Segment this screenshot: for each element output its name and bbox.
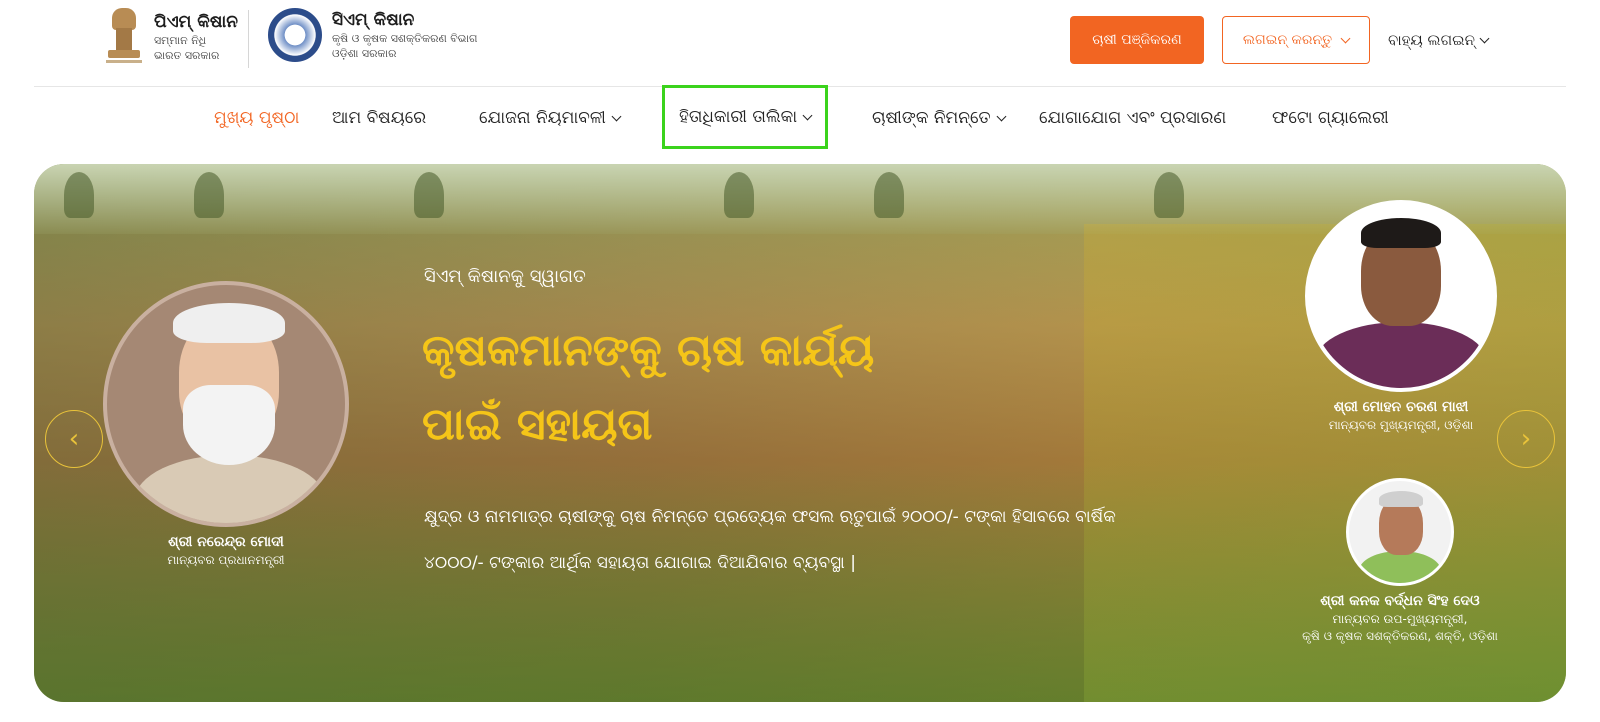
external-login-label: ବାହ୍ୟ ଲଗଇନ୍ (1388, 31, 1475, 49)
site-header: ପିଏମ୍ କିଷାନ ସମ୍ମାନ ନିଧି ଭାରତ ସରକାର ସିଏମ୍… (0, 0, 1600, 86)
deputy-cm-role: ମାନ୍ୟବର ଉପ-ମୁଖ୍ୟମନ୍ତ୍ରୀ, (1332, 612, 1468, 626)
nav-for-farmers[interactable]: ଚାଷୀଙ୍କ ନିମନ୍ତେ (872, 88, 1007, 148)
pm-photo (103, 281, 349, 527)
nav-for-farmers-label: ଚାଷୀଙ୍କ ନିମନ୍ତେ (872, 108, 991, 128)
nav-contact-label: ଯୋଗାଯୋଗ ଏବଂ ପ୍ରସାରଣ (1039, 108, 1227, 128)
odisha-seal-icon (268, 8, 322, 62)
national-emblem-icon (104, 8, 144, 66)
nav-about[interactable]: ଆମ ବିଷୟରେ (332, 88, 426, 148)
nav-beneficiary-list[interactable]: ହିତାଧିକାରୀ ତାଲିକା (662, 85, 829, 149)
deputy-cm-name: ଶ୍ରୀ କନକ ବର୍ଦ୍ଧନ ସିଂହ ଦେଓ (1320, 593, 1480, 609)
nav-home-label: ମୁଖ୍ୟ ପୃଷ୍ଠା (214, 108, 300, 128)
nav-scheme-rules[interactable]: ଯୋଜନା ନିୟମାବଳୀ (479, 88, 622, 148)
pm-kisan-subtitle: ସମ୍ମାନ ନିଧି (154, 34, 207, 47)
headline-line-1: କୃଷକମାନଙ୍କୁ ଚାଷ କାର୍ଯ୍ୟ (422, 325, 875, 376)
carousel-next-button[interactable]: › (1497, 410, 1555, 468)
chevron-left-icon: ‹ (68, 424, 80, 454)
welcome-text: ସିଏମ୍ କିଷାନକୁ ସ୍ୱାଗତ (424, 266, 586, 287)
cm-kisan-department: କୃଷି ଓ କୃଷକ ସଶକ୍ତିକରଣ ବିଭାଗ (332, 32, 478, 45)
chevron-down-icon (802, 110, 813, 120)
farmer-registration-button[interactable]: ଚାଷୀ ପଞ୍ଜିକରଣ (1070, 16, 1204, 64)
tree-shape (724, 172, 754, 218)
carousel-prev-button[interactable]: ‹ (45, 410, 103, 468)
cm-kisan-logo[interactable]: ସିଏମ୍ କିଷାନ କୃଷି ଓ କୃଷକ ସଶକ୍ତିକରଣ ବିଭାଗ … (268, 8, 477, 62)
pm-name: ଶ୍ରୀ ନରେନ୍ଦ୍ର ମୋଦୀ (168, 534, 284, 550)
deputy-cm-card: ଶ୍ରୀ କନକ ବର୍ଦ୍ଧନ ସିଂହ ଦେଓ ମାନ୍ୟବର ଉପ-ମୁଖ… (1300, 478, 1500, 645)
nav-about-label: ଆମ ବିଷୟରେ (332, 108, 427, 128)
pm-role: ମାନ୍ୟବର ପ୍ରଧାନମନ୍ତ୍ରୀ (167, 553, 285, 567)
nav-scheme-rules-label: ଯୋଜନା ନିୟମାବଳୀ (479, 108, 606, 128)
nav-home[interactable]: ମୁଖ୍ୟ ପୃଷ୍ଠା (214, 88, 299, 148)
farmer-registration-label: ଚାଷୀ ପଞ୍ଜିକରଣ (1092, 32, 1182, 48)
nav-beneficiary-list-label: ହିତାଧିକାରୀ ତାଲିକା (679, 107, 798, 127)
nav-gallery-label: ଫଟୋ ଗ୍ୟାଲେରୀ (1272, 108, 1389, 128)
cm-card: ଶ୍ରୀ ମୋହନ ଚରଣ ମାଝୀ ମାନ୍ୟବର ମୁଖ୍ୟମନ୍ତ୍ରୀ,… (1304, 200, 1498, 434)
external-login-dropdown[interactable]: ବାହ୍ୟ ଲଗଇନ୍ (1388, 16, 1490, 64)
login-label: ଲଗଇନ୍ କରନ୍ତୁ (1242, 32, 1333, 48)
pm-kisan-govt: ଭାରତ ସରକାର (154, 49, 220, 62)
tree-shape (64, 172, 94, 218)
login-dropdown-button[interactable]: ଲଗଇନ୍ କରନ୍ତୁ (1222, 16, 1370, 64)
cm-photo (1305, 200, 1497, 392)
chevron-right-icon: › (1520, 424, 1532, 454)
logo-divider (248, 10, 249, 68)
cm-kisan-govt: ଓଡ଼ିଶା ସରକାର (332, 47, 397, 60)
headline: କୃଷକମାନଙ୍କୁ ଚାଷ କାର୍ଯ୍ୟ ପାଇଁ ସହାୟତା (422, 314, 942, 462)
pm-kisan-title: ପିଏମ୍ କିଷାନ (154, 12, 238, 32)
banner-description: କ୍ଷୁଦ୍ର ଓ ନାମମାତ୍ର ଚାଷୀଙ୍କୁ ଚାଷ ନିମନ୍ତେ … (424, 507, 1116, 573)
cm-kisan-title: ସିଏମ୍ କିଷାନ (332, 10, 415, 30)
tree-shape (1154, 172, 1184, 218)
tree-shape (874, 172, 904, 218)
chevron-down-icon (996, 111, 1007, 121)
nav-contact[interactable]: ଯୋଗାଯୋଗ ଏବଂ ପ୍ରସାରଣ (1039, 88, 1226, 148)
cm-name: ଶ୍ରୀ ମୋହନ ଚରଣ ମାଝୀ (1333, 399, 1469, 415)
pm-kisan-logo[interactable]: ପିଏମ୍ କିଷାନ ସମ୍ମାନ ନିଧି ଭାରତ ସରକାର (104, 8, 238, 66)
headline-line-2: ପାଇଁ ସହାୟତା (422, 399, 653, 450)
cm-role: ମାନ୍ୟବର ମୁଖ୍ୟମନ୍ତ୍ରୀ, ଓଡ଼ିଶା (1328, 418, 1474, 432)
pm-card: ଶ୍ରୀ ନରେନ୍ଦ୍ର ମୋଦୀ ମାନ୍ୟବର ପ୍ରଧାନମନ୍ତ୍ରୀ (102, 281, 350, 569)
chevron-down-icon (1479, 33, 1490, 43)
deputy-cm-photo (1346, 478, 1454, 586)
chevron-down-icon (611, 111, 622, 121)
tree-shape (194, 172, 224, 218)
nav-gallery[interactable]: ଫଟୋ ଗ୍ୟାଲେରୀ (1272, 88, 1389, 148)
main-nav: ମୁଖ୍ୟ ପୃଷ୍ଠା ଆମ ବିଷୟରେ ଯୋଜନା ନିୟମାବଳୀ ହି… (0, 85, 1600, 152)
chevron-down-icon (1340, 33, 1351, 43)
tree-shape (414, 172, 444, 218)
deputy-cm-portfolio: କୃଷି ଓ କୃଷକ ସଶକ୍ତିକରଣ, ଶକ୍ତି, ଓଡ଼ିଶା (1302, 629, 1498, 643)
